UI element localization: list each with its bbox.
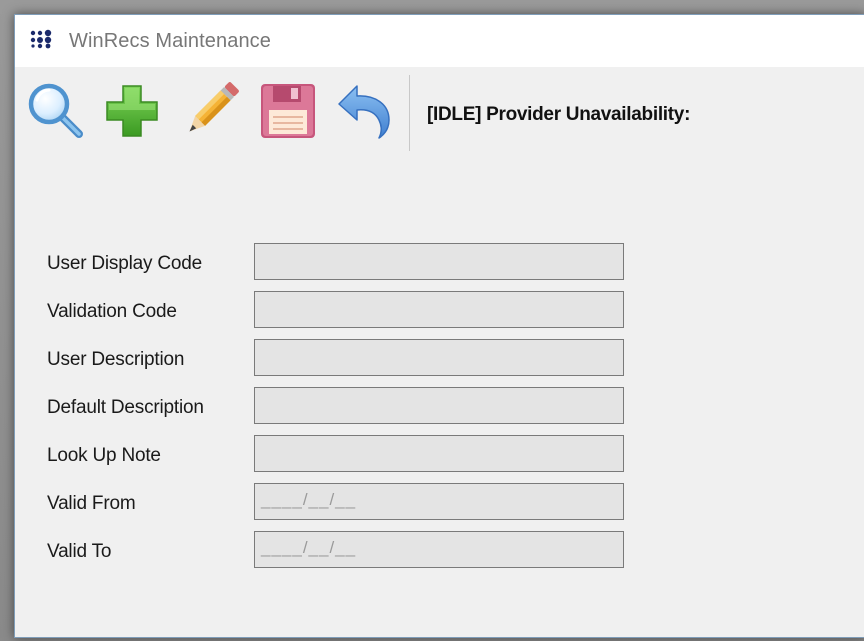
search-button[interactable] xyxy=(23,78,89,144)
desktop-background: WinRecs Maintenance [IDLE] Provider Unav… xyxy=(0,0,864,641)
valid-to-date-field[interactable]: ____/__/__ xyxy=(254,531,624,568)
undo-arrow-icon xyxy=(338,85,390,139)
look-up-note-field[interactable] xyxy=(254,435,624,472)
floppy-disk-icon xyxy=(261,84,315,138)
valid-to-label: Valid To xyxy=(47,541,112,562)
form-row-look-up-note: Look Up Note xyxy=(15,435,715,475)
maintenance-window: WinRecs Maintenance [IDLE] Provider Unav… xyxy=(14,14,864,638)
green-plus-icon xyxy=(106,85,158,137)
user-display-code-field[interactable] xyxy=(254,243,624,280)
toolbar: [IDLE] Provider Unavailability: xyxy=(15,67,864,157)
form-row-user-description: User Description xyxy=(15,339,715,379)
form-row-user-display-code: User Display Code xyxy=(15,243,715,283)
form-row-valid-to: Valid To ____/__/__ xyxy=(15,531,715,571)
user-description-field[interactable] xyxy=(254,339,624,376)
title-bar[interactable]: WinRecs Maintenance xyxy=(15,15,864,67)
add-button[interactable] xyxy=(99,78,165,144)
default-description-field[interactable] xyxy=(254,387,624,424)
save-button[interactable] xyxy=(255,78,321,144)
validation-code-field[interactable] xyxy=(254,291,624,328)
form-row-validation-code: Validation Code xyxy=(15,291,715,331)
status-title: [IDLE] Provider Unavailability: xyxy=(427,104,691,125)
valid-from-label: Valid From xyxy=(47,493,136,514)
look-up-note-label: Look Up Note xyxy=(47,445,161,466)
form-row-default-description: Default Description xyxy=(15,387,715,427)
edit-button[interactable] xyxy=(177,78,243,144)
default-description-label: Default Description xyxy=(47,397,204,418)
pencil-icon xyxy=(189,82,239,132)
valid-from-date-field[interactable]: ____/__/__ xyxy=(254,483,624,520)
undo-button[interactable] xyxy=(331,78,397,144)
dots-grid-icon xyxy=(30,29,52,49)
validation-code-label: Validation Code xyxy=(47,301,177,322)
toolbar-separator xyxy=(409,75,410,151)
window-title: WinRecs Maintenance xyxy=(69,30,271,52)
magnifier-icon xyxy=(28,83,83,138)
form-row-valid-from: Valid From ____/__/__ xyxy=(15,483,715,523)
user-description-label: User Description xyxy=(47,349,185,370)
user-display-code-label: User Display Code xyxy=(47,253,202,274)
